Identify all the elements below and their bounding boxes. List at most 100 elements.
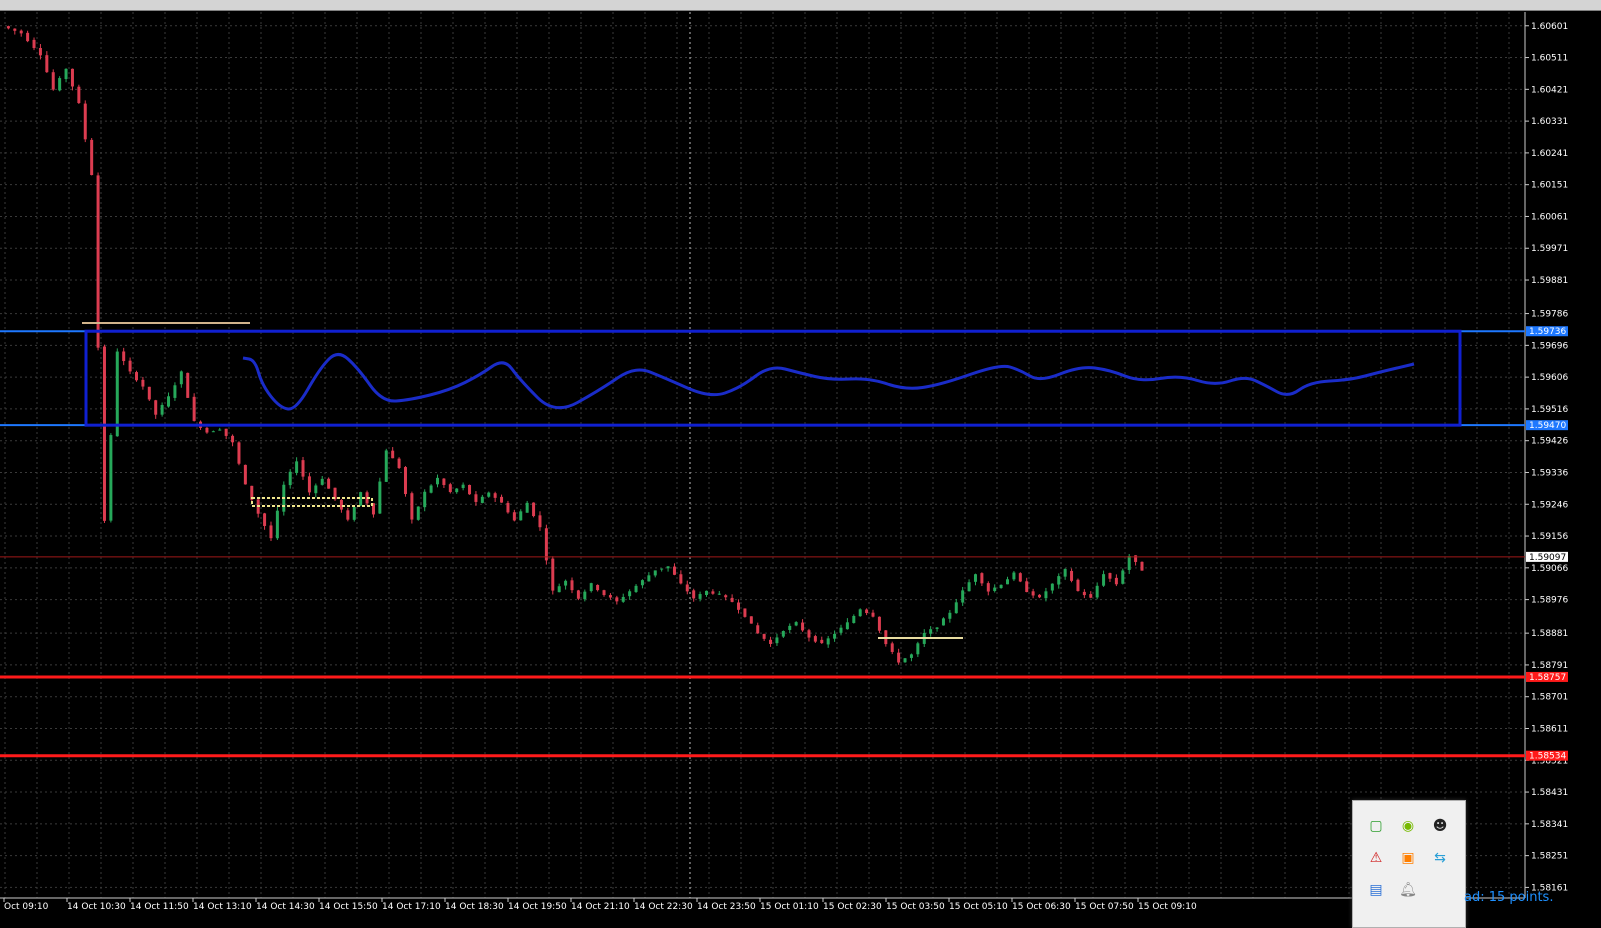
candle-body	[890, 643, 894, 652]
price-tick-label: 1.59516	[1531, 405, 1568, 415]
time-tick-label: 14 Oct 14:30	[256, 902, 315, 912]
candle-body	[628, 591, 632, 597]
candle-body	[788, 625, 792, 630]
candle-body	[218, 429, 222, 431]
candle-body	[134, 372, 138, 381]
candle-body	[858, 609, 862, 617]
candle-body	[692, 590, 696, 599]
price-tick-label: 1.59696	[1531, 341, 1568, 351]
price-tick-label: 1.60241	[1531, 149, 1568, 159]
candle-body	[474, 494, 478, 502]
time-tick-label: 14 Oct 18:30	[445, 902, 504, 912]
candle-body	[512, 512, 516, 521]
candle-body	[685, 584, 689, 592]
candle-body	[1121, 570, 1125, 584]
price-tick-label: 1.58976	[1531, 596, 1568, 606]
candle-body	[621, 596, 625, 602]
candle-body	[845, 622, 849, 630]
price-tick-label: 1.59156	[1531, 532, 1568, 542]
candle-body	[378, 481, 382, 514]
price-tick-label: 1.59426	[1531, 437, 1568, 447]
network-icon[interactable]: ⇆	[1431, 849, 1449, 867]
time-tick-label: 15 Oct 07:50	[1075, 902, 1134, 912]
candle-body	[391, 450, 395, 459]
candle-body	[1108, 573, 1112, 579]
candle-body	[961, 590, 965, 603]
candle-body	[58, 78, 62, 91]
price-tick-label: 1.59971	[1531, 244, 1568, 254]
candle-body	[570, 580, 574, 591]
candle-body	[833, 633, 837, 639]
spread-indicator: ad: 15 points.	[1464, 890, 1554, 905]
candle-body	[1070, 570, 1074, 581]
candle-body	[468, 484, 472, 495]
candle-body	[314, 485, 318, 494]
candle-body	[192, 396, 196, 421]
candle-body	[122, 351, 126, 362]
time-tick-label: 14 Oct 15:50	[319, 902, 378, 912]
candle-body	[32, 39, 36, 49]
candle-body	[532, 502, 536, 517]
candle-body	[576, 590, 580, 599]
candle-body	[1127, 556, 1131, 570]
system-tray-popup[interactable]: ▢ ◉ ☻ ⚠ ▣ ⇆ ▤ 🔔︎	[1352, 800, 1466, 928]
evernote-icon[interactable]: ▢	[1367, 817, 1385, 835]
candle-body	[416, 506, 420, 520]
candle-body	[903, 658, 907, 663]
candle-body	[141, 379, 145, 387]
user-icon[interactable]: ☻	[1431, 817, 1449, 835]
time-tick-label: 14 Oct 17:10	[382, 902, 441, 912]
candle-body	[1025, 581, 1029, 593]
candle-body	[1006, 579, 1010, 585]
price-tick-label: 1.58341	[1531, 820, 1568, 830]
candle-body	[493, 493, 497, 498]
warning-app-icon[interactable]: ⚠	[1367, 849, 1385, 867]
candle-body	[781, 631, 785, 637]
price-tag-label: 1.59470	[1529, 421, 1566, 431]
candle-body	[102, 346, 106, 521]
candle-body	[115, 351, 119, 437]
candle-body	[749, 616, 753, 624]
candle-body	[615, 597, 619, 602]
price-tick-label: 1.60151	[1531, 181, 1568, 191]
price-chart[interactable]: 1.60601 1.60511 1.60421 1.60331 1.60241 1.601…	[0, 0, 1601, 926]
time-tick-label: 15 Oct 09:10	[1138, 902, 1197, 912]
time-tick-label: 14 Oct 13:10	[193, 902, 252, 912]
candle-body	[96, 175, 100, 348]
candle-body	[762, 634, 766, 639]
candle-body	[487, 492, 491, 497]
candle-body	[147, 386, 151, 400]
price-tag-label: 1.59097	[1529, 553, 1566, 563]
candle-body	[384, 450, 388, 482]
candle-body	[442, 478, 446, 486]
candle-body	[557, 586, 561, 593]
candle-body	[865, 609, 869, 614]
price-tick-label: 1.60061	[1531, 212, 1568, 222]
price-tag-label: 1.58534	[1529, 752, 1566, 762]
bell-icon[interactable]: 🔔︎	[1399, 881, 1417, 899]
candle-body	[160, 404, 164, 415]
candle-body	[801, 622, 805, 631]
candle-body	[1134, 555, 1138, 562]
candle-body	[307, 476, 311, 493]
time-tick-label: 15 Oct 06:30	[1012, 902, 1071, 912]
computer-icon[interactable]: ▤	[1367, 881, 1385, 899]
candle-body	[1044, 591, 1048, 599]
candle-body	[775, 637, 779, 644]
candle-body	[877, 616, 881, 631]
nvidia-icon[interactable]: ◉	[1399, 817, 1417, 835]
candle-body	[1031, 591, 1035, 596]
candle-body	[429, 485, 433, 493]
price-tick-label: 1.58791	[1531, 661, 1568, 671]
candle-body	[77, 86, 81, 103]
candle-body	[423, 491, 427, 508]
time-tick-label: 15 Oct 03:50	[886, 902, 945, 912]
candle-body	[1057, 576, 1061, 585]
time-tick-label: 14 Oct 19:50	[508, 902, 567, 912]
candle-body	[1012, 572, 1016, 580]
time-tick-label: 14 Oct 23:50	[697, 902, 756, 912]
price-tick-label: 1.60511	[1531, 54, 1568, 64]
candle-body	[807, 630, 811, 638]
candle-body	[154, 400, 158, 415]
sublime-icon[interactable]: ▣	[1399, 849, 1417, 867]
